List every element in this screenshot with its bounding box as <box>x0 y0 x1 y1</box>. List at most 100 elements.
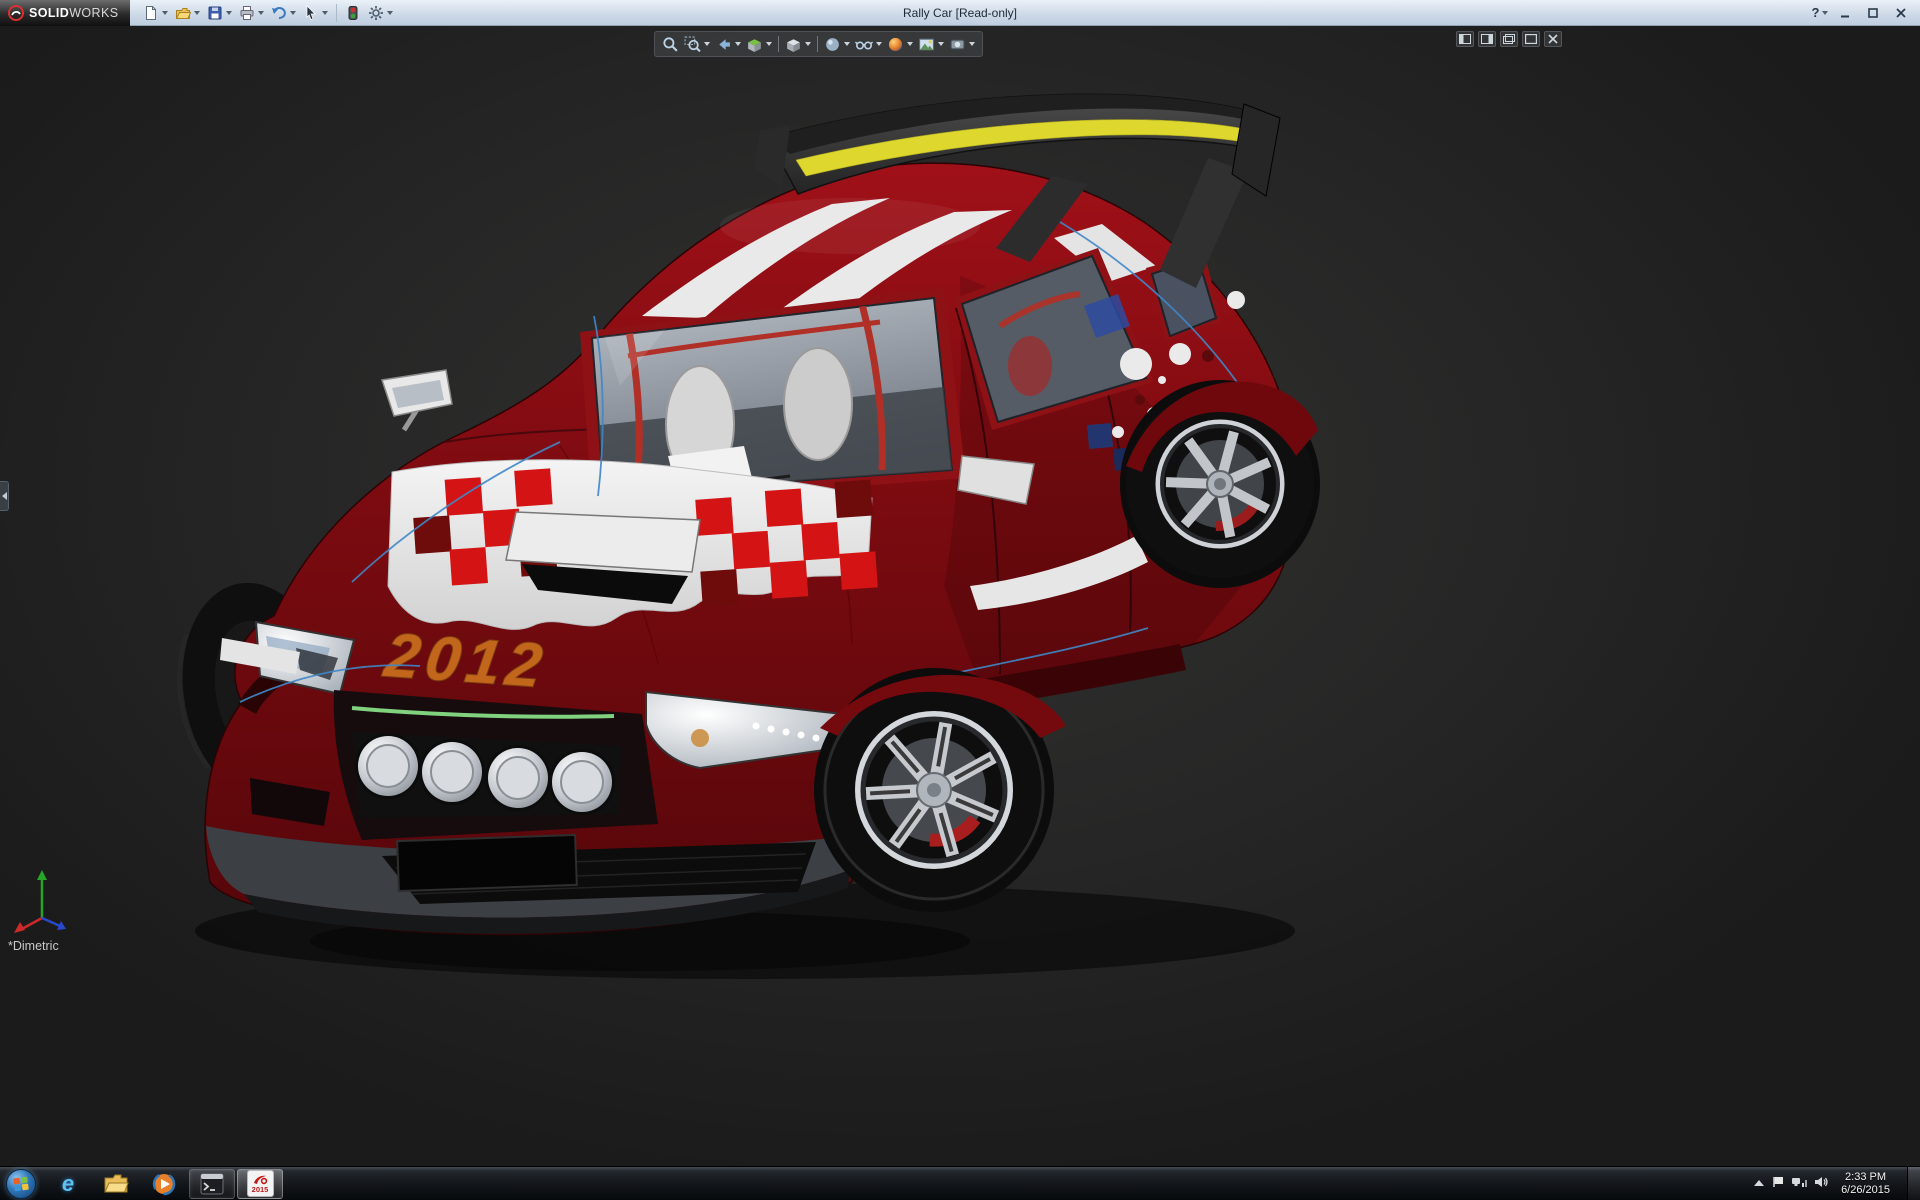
open-button[interactable] <box>172 2 203 24</box>
zoom-fit-button[interactable] <box>660 33 681 55</box>
command-prompt-icon <box>200 1173 224 1195</box>
zoom-area-icon <box>684 36 701 53</box>
display-style-button[interactable] <box>822 33 852 55</box>
viewport-corner-controls <box>1456 31 1562 47</box>
apply-scene-button[interactable] <box>916 33 946 55</box>
window-controls: ? <box>1810 3 1920 23</box>
rebuild-button[interactable] <box>342 2 364 24</box>
close-icon <box>1895 7 1907 19</box>
orientation-triad <box>12 864 82 934</box>
section-view-button[interactable] <box>744 33 774 55</box>
undo-button[interactable] <box>268 2 299 24</box>
expand-left-pane-icon <box>1459 34 1471 44</box>
title-bar: SOLIDWORKS <box>0 0 1920 26</box>
maximize-icon <box>1867 7 1879 19</box>
print-icon <box>239 5 255 21</box>
maximize-button[interactable] <box>1860 3 1886 23</box>
hood-decal[interactable]: 2012 <box>380 621 552 701</box>
edit-appearance-button[interactable] <box>885 33 915 55</box>
start-button[interactable] <box>6 1169 36 1199</box>
expand-right-pane-icon <box>1481 34 1493 44</box>
zoom-fit-icon <box>662 36 679 53</box>
rally-car-model[interactable]: 2012 <box>0 26 1920 1166</box>
save-icon <box>207 5 223 21</box>
maximize-pane-button[interactable] <box>1522 31 1540 47</box>
display-style-icon <box>824 36 841 53</box>
system-tray: 2:33 PM 6/26/2015 <box>1753 1167 1920 1200</box>
previous-view-button[interactable] <box>713 33 743 55</box>
clock-time: 2:33 PM <box>1841 1171 1890 1184</box>
taskbar-clock[interactable]: 2:33 PM 6/26/2015 <box>1835 1171 1900 1197</box>
solidworks-app-icon: 2015 <box>247 1170 274 1197</box>
clock-date: 6/26/2015 <box>1841 1184 1890 1197</box>
front-right-wheel[interactable] <box>814 668 1066 912</box>
taskbar-item-file-explorer[interactable] <box>93 1169 139 1199</box>
options-gear-icon <box>368 5 384 21</box>
close-pane-icon <box>1548 34 1558 44</box>
new-file-icon <box>143 5 159 21</box>
undo-icon <box>271 5 287 21</box>
window-title: Rally Car [Read-only] <box>903 6 1017 20</box>
maximize-pane-icon <box>1525 34 1537 44</box>
titlebar-toolbar <box>140 2 396 24</box>
chevron-left-icon <box>2 492 7 500</box>
internet-explorer-icon: e <box>62 1173 74 1195</box>
graphics-area[interactable]: 2012 <box>0 26 1920 1166</box>
edit-appearance-icon <box>887 36 904 53</box>
hidden-icons-button[interactable] <box>1753 1175 1765 1193</box>
new-file-button[interactable] <box>140 2 171 24</box>
section-view-icon <box>746 36 763 53</box>
front-grille[interactable] <box>334 690 658 840</box>
previous-view-icon <box>715 36 732 53</box>
hide-show-items-icon <box>855 36 873 53</box>
zoom-area-button[interactable] <box>682 33 712 55</box>
restore-icon <box>1503 34 1515 44</box>
rebuild-icon <box>345 5 361 21</box>
action-center-button[interactable] <box>1772 1175 1785 1193</box>
solidworks-logo[interactable]: SOLIDWORKS <box>0 0 130 26</box>
heads-up-view-toolbar <box>654 31 983 57</box>
taskbar-item-solidworks[interactable]: 2015 <box>237 1169 283 1199</box>
action-center-flag-icon <box>1772 1176 1785 1188</box>
media-player-icon <box>152 1172 176 1196</box>
view-settings-icon <box>949 36 966 53</box>
print-button[interactable] <box>236 2 267 24</box>
help-button[interactable]: ? <box>1810 3 1830 23</box>
folder-icon <box>103 1173 129 1195</box>
taskbar-item-internet-explorer[interactable]: e <box>45 1169 91 1199</box>
mirror-left[interactable] <box>382 370 452 430</box>
restore-pane-button[interactable] <box>1500 31 1518 47</box>
select-cursor-icon <box>303 5 319 21</box>
network-icon <box>1792 1176 1807 1188</box>
expand-right-pane-button[interactable] <box>1478 31 1496 47</box>
select-button[interactable] <box>300 2 331 24</box>
apply-scene-icon <box>918 36 935 53</box>
left-panel-expand-handle[interactable] <box>0 481 9 511</box>
options-button[interactable] <box>365 2 396 24</box>
volume-button[interactable] <box>1814 1175 1828 1193</box>
view-orientation-icon <box>785 36 802 53</box>
close-pane-button[interactable] <box>1544 31 1562 47</box>
hide-show-items-button[interactable] <box>853 33 884 55</box>
view-orientation-label: *Dimetric <box>8 939 59 953</box>
windows-taskbar: e 2015 2:33 PM 6/26/2015 <box>0 1166 1920 1200</box>
rear-right-wheel[interactable] <box>1120 380 1320 588</box>
minimize-icon <box>1839 7 1851 19</box>
hidden-icons-chevron-icon <box>1753 1178 1765 1188</box>
license-plate <box>397 835 577 891</box>
expand-left-pane-button[interactable] <box>1456 31 1474 47</box>
minimize-button[interactable] <box>1832 3 1858 23</box>
open-icon <box>175 5 191 21</box>
solidworks-window: SOLIDWORKS <box>0 0 1920 1200</box>
windows-flag-icon <box>13 1176 29 1192</box>
taskbar-item-media-player[interactable] <box>141 1169 187 1199</box>
taskbar-item-command-prompt[interactable] <box>189 1169 235 1199</box>
solidworks-logo-icon <box>8 5 24 21</box>
network-button[interactable] <box>1792 1175 1807 1193</box>
show-desktop-button[interactable] <box>1907 1167 1920 1200</box>
close-button[interactable] <box>1888 3 1914 23</box>
brand-text: SOLIDWORKS <box>29 6 118 20</box>
save-button[interactable] <box>204 2 235 24</box>
view-orientation-button[interactable] <box>783 33 813 55</box>
view-settings-button[interactable] <box>947 33 977 55</box>
